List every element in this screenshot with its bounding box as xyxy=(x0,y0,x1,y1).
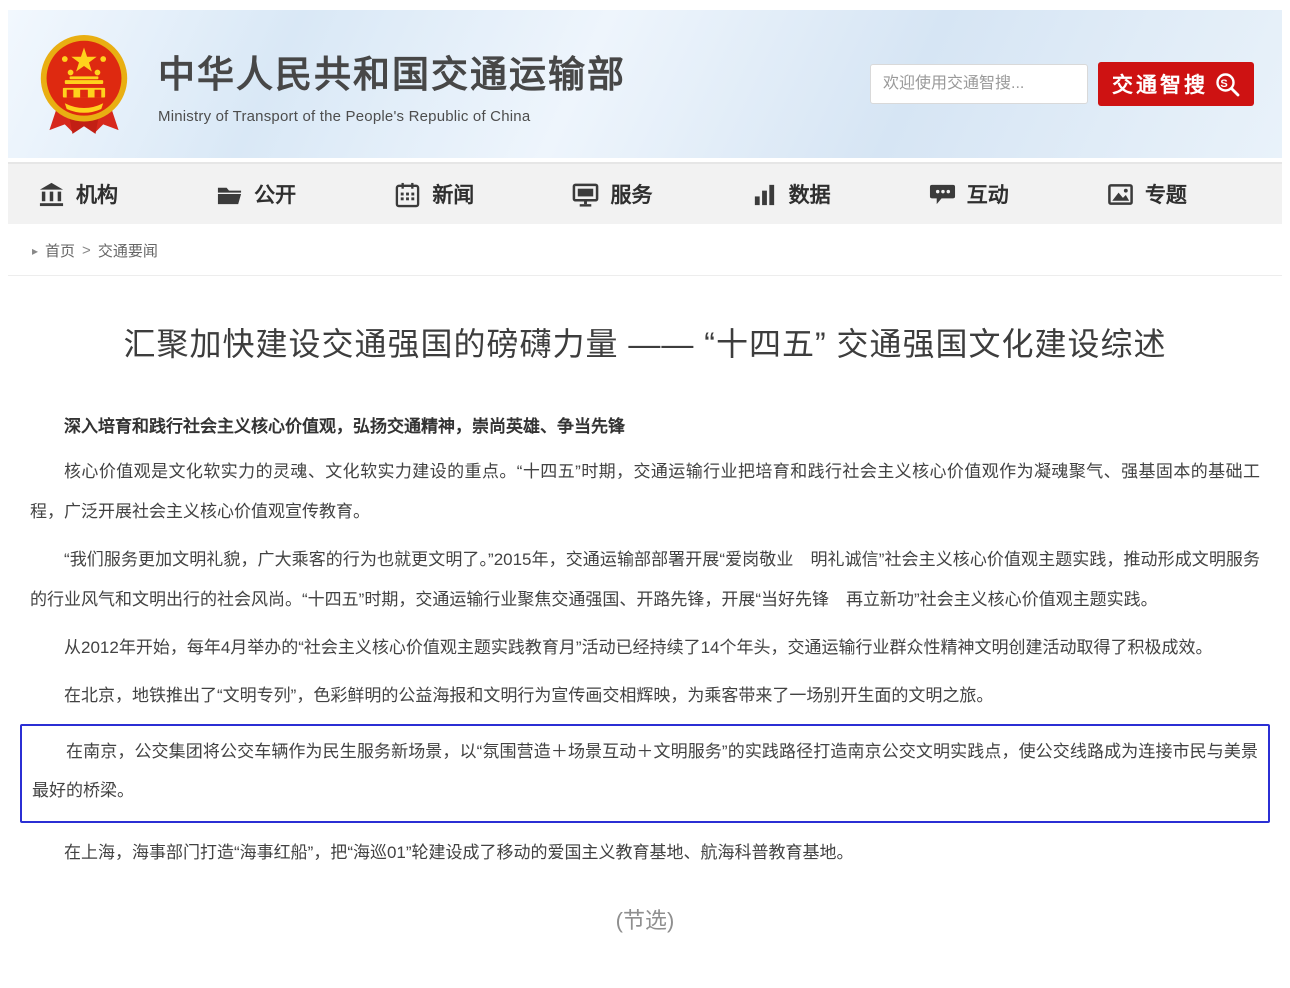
breadcrumb-home-link[interactable]: 首页 xyxy=(45,240,75,261)
breadcrumb-section-link[interactable]: 交通要闻 xyxy=(98,240,158,261)
excerpt-note: (节选) xyxy=(30,903,1260,935)
article-paragraph: 在北京，地铁推出了“文明专列”，色彩鲜明的公益海报和文明行为宣传画交相辉映，为乘… xyxy=(30,676,1260,716)
folder-icon xyxy=(216,181,243,208)
article-paragraph-highlighted: 在南京，公交集团将公交车辆作为民生服务新场景，以“氛围营造＋场景互动＋文明服务”… xyxy=(20,724,1270,824)
nav-item-disclosure[interactable]: 公开 xyxy=(216,179,296,209)
search-button-label: 交通智搜 xyxy=(1112,69,1208,99)
picture-icon xyxy=(1107,181,1134,208)
main-nav: 机构 公开 新闻 xyxy=(8,162,1282,224)
article-paragraph: 在上海，海事部门打造“海事红船”，把“海巡01”轮建设成了移动的爱国主义教育基地… xyxy=(30,833,1260,873)
nav-item-data[interactable]: 数据 xyxy=(751,179,831,209)
breadcrumb: ▸ 首页 > 交通要闻 xyxy=(8,224,1282,276)
calendar-icon xyxy=(394,181,421,208)
breadcrumb-separator: > xyxy=(82,242,91,259)
nav-label: 机构 xyxy=(76,179,118,209)
nav-label: 新闻 xyxy=(432,179,474,209)
article-lead: 深入培育和践行社会主义核心价值观，弘扬交通精神，崇尚英雄、争当先锋 xyxy=(30,407,1260,446)
china-national-emblem-icon xyxy=(36,32,132,136)
article: 汇聚加快建设交通强国的磅礴力量 —— “十四五” 交通强国文化建设综述 深入培育… xyxy=(0,276,1290,935)
article-paragraph: 核心价值观是文化软实力的灵魂、文化软实力建设的重点。“十四五”时期，交通运输行业… xyxy=(30,452,1260,532)
nav-label: 专题 xyxy=(1145,179,1187,209)
bar-chart-icon xyxy=(751,181,778,208)
site-header: 中华人民共和国交通运输部 Ministry of Transport of th… xyxy=(8,10,1282,158)
nav-item-services[interactable]: 服务 xyxy=(572,179,652,209)
search-zone: 交通智搜 S xyxy=(870,62,1254,106)
nav-item-topics[interactable]: 专题 xyxy=(1107,179,1187,209)
nav-label: 服务 xyxy=(610,179,652,209)
site-title: 中华人民共和国交通运输部 xyxy=(158,44,626,98)
nav-item-interaction[interactable]: 互动 xyxy=(929,179,1009,209)
nav-label: 公开 xyxy=(254,179,296,209)
svg-text:S: S xyxy=(1220,78,1230,90)
search-input[interactable] xyxy=(870,64,1088,104)
site-subtitle: Ministry of Transport of the People's Re… xyxy=(158,108,626,125)
article-paragraph: “我们服务更加文明礼貌，广大乘客的行为也就更文明了。”2015年，交通运输部部署… xyxy=(30,540,1260,620)
nav-item-news[interactable]: 新闻 xyxy=(394,179,474,209)
nav-label: 数据 xyxy=(789,179,831,209)
magnifier-s-icon: S xyxy=(1214,71,1240,97)
page: 中华人民共和国交通运输部 Ministry of Transport of th… xyxy=(0,10,1290,988)
site-brand: 中华人民共和国交通运输部 Ministry of Transport of th… xyxy=(158,44,626,125)
nav-item-institutions[interactable]: 机构 xyxy=(38,179,118,209)
breadcrumb-caret-icon: ▸ xyxy=(32,244,38,258)
smart-search-button[interactable]: 交通智搜 S xyxy=(1098,62,1254,106)
nav-label: 互动 xyxy=(967,179,1009,209)
bank-icon xyxy=(38,181,65,208)
monitor-icon xyxy=(572,181,599,208)
article-paragraph: 从2012年开始，每年4月举办的“社会主义核心价值观主题实践教育月”活动已经持续… xyxy=(30,628,1260,668)
article-title: 汇聚加快建设交通强国的磅礴力量 —— “十四五” 交通强国文化建设综述 xyxy=(30,322,1260,367)
speech-bubble-icon xyxy=(929,181,956,208)
